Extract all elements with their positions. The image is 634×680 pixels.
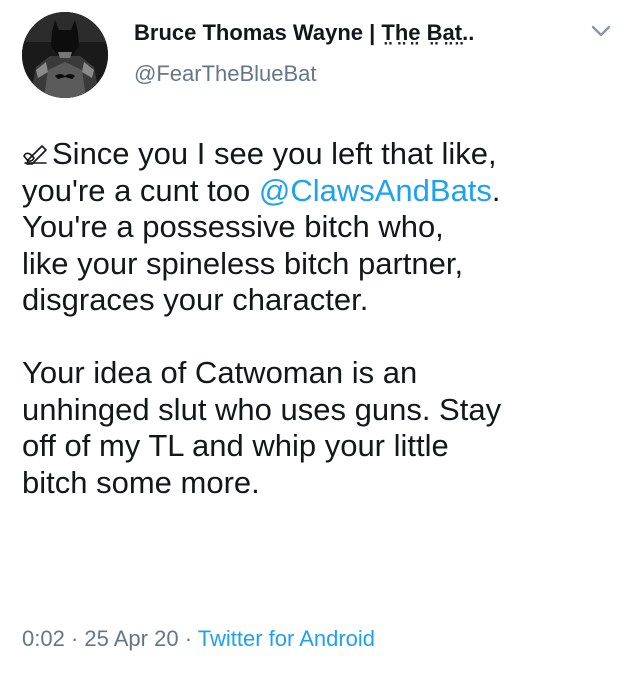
tweet-meta: 0:02 · 25 Apr 20 · Twitter for Android xyxy=(22,624,375,654)
tweet-line: Your idea of Catwoman is an xyxy=(22,355,418,390)
batman-avatar-icon[interactable] xyxy=(22,12,108,98)
tweet-line-text: Since you I see you left that like, xyxy=(52,136,497,171)
tweet-line: You're a possessive bitch who, xyxy=(22,209,444,244)
author-display-name[interactable]: Bruce Thomas Wayne | T̤h̤e̤ B̤a̤t̤.. xyxy=(134,18,554,48)
tweet-card: Bruce Thomas Wayne | T̤h̤e̤ B̤a̤t̤.. @Fe… xyxy=(0,0,634,680)
mention-link[interactable]: @ClawsAndBats xyxy=(259,173,492,208)
chevron-down-icon[interactable] xyxy=(590,22,612,40)
tweet-line: Since you I see you left that like, xyxy=(22,136,622,173)
tweet-line: disgraces your character. xyxy=(22,282,369,317)
author-handle[interactable]: @FearTheBlueBat xyxy=(134,60,317,88)
tweet-line: bitch some more. xyxy=(22,464,260,500)
tweet-line-text: you're a cunt too xyxy=(22,172,259,208)
tweet-line-text: . xyxy=(491,172,501,208)
separator: · xyxy=(178,626,198,651)
tweet-time[interactable]: 0:02 xyxy=(22,626,65,651)
tweet-text: Since you I see you left that like, you'… xyxy=(22,136,622,501)
tweet-line: unhinged slut who uses guns. Stay xyxy=(22,391,502,427)
separator: · xyxy=(64,626,85,651)
writing-hand-icon xyxy=(22,138,50,165)
tweet-line: off of my TL and whip your little xyxy=(22,428,449,463)
tweet-line: like your spineless bitch partner, xyxy=(22,245,464,281)
tweet-line: you're a cunt too @ClawsAndBats. xyxy=(22,173,622,210)
tweet-source-link[interactable]: Twitter for Android xyxy=(198,626,375,651)
tweet-date[interactable]: 25 Apr 20 xyxy=(84,626,178,651)
